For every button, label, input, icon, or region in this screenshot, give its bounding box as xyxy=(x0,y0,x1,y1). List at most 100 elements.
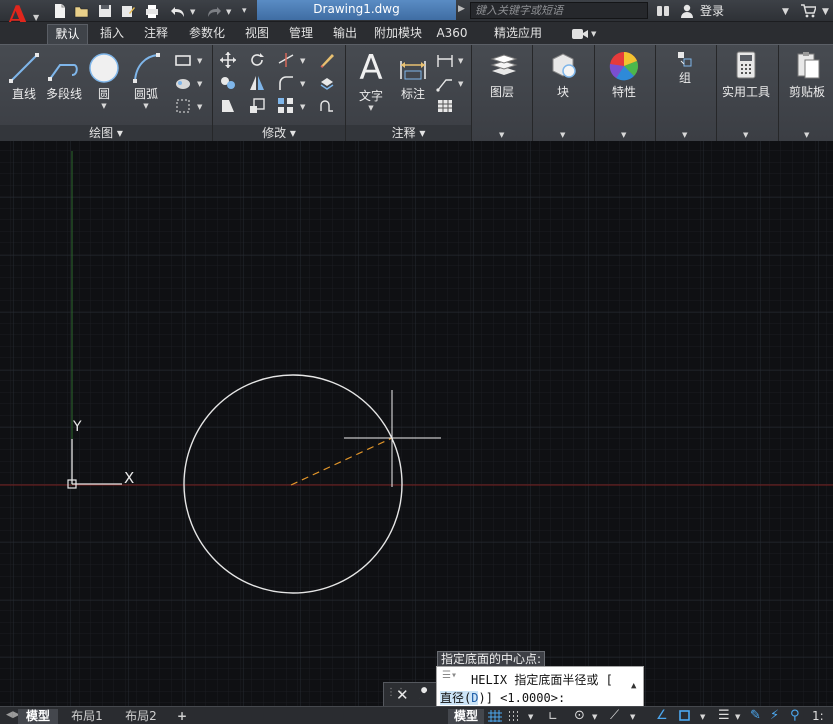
tab-featured-apps[interactable]: 精选应用 xyxy=(485,24,551,44)
hatch-dropdown-icon[interactable]: ▼ xyxy=(197,80,202,88)
command-history-icon[interactable]: ☰▾ xyxy=(442,670,457,681)
layers-button[interactable]: 图层 xyxy=(477,49,527,100)
stretch-icon[interactable] xyxy=(219,97,237,115)
circle-dropdown-icon[interactable]: ▼ xyxy=(86,102,122,110)
utilities-button[interactable]: 实用工具 xyxy=(719,49,773,100)
clipboard-button[interactable]: 剪贴板 xyxy=(782,49,832,100)
open-folder-icon[interactable] xyxy=(74,3,90,19)
clipboard-dropdown-icon[interactable]: ▼ xyxy=(804,131,809,139)
redo-icon[interactable] xyxy=(206,3,222,19)
undo-dropdown-icon[interactable]: ▼ xyxy=(190,8,195,16)
linear-dim-icon[interactable] xyxy=(436,51,454,69)
boundary-dropdown-icon[interactable]: ▼ xyxy=(197,103,202,111)
command-prompt[interactable]: ☰▾ HELIX 指定底面半径或 [ ▲ 直径(D)] <1.0000>: xyxy=(436,666,644,708)
line-button[interactable]: 直线 xyxy=(6,51,42,102)
properties-button[interactable]: 特性 xyxy=(599,49,649,100)
rectangle-dropdown-icon[interactable]: ▼ xyxy=(197,57,202,65)
user-icon[interactable] xyxy=(679,3,695,19)
tab-output[interactable]: 输出 xyxy=(325,24,365,44)
snap-dropdown-icon[interactable]: ▼ xyxy=(528,713,533,721)
table-icon[interactable] xyxy=(436,97,454,115)
text-dropdown-icon[interactable]: ▼ xyxy=(352,104,390,112)
rotate-icon[interactable] xyxy=(248,51,266,69)
close-icon[interactable]: ✕ xyxy=(396,686,409,704)
group-dropdown-icon[interactable]: ▼ xyxy=(682,131,687,139)
copy-icon[interactable] xyxy=(219,74,237,92)
login-button[interactable]: 登录 xyxy=(700,2,724,19)
tab-addins[interactable]: 附加模块 xyxy=(369,24,427,44)
search-input[interactable]: 键入关键字或短语 xyxy=(470,2,648,19)
annotation-scale-icon[interactable]: ⚲ xyxy=(790,708,800,723)
object-snap-icon[interactable] xyxy=(678,709,692,724)
polar-icon[interactable]: ⊙ xyxy=(574,708,585,723)
leader-icon[interactable] xyxy=(436,74,454,92)
utilities-dropdown-icon[interactable]: ▼ xyxy=(743,131,748,139)
fillet-dropdown-icon[interactable]: ▼ xyxy=(300,80,305,88)
lineweight-icon[interactable]: ☰ xyxy=(718,708,730,723)
trim-icon[interactable] xyxy=(277,51,295,69)
explode-icon[interactable] xyxy=(318,74,336,92)
array-dropdown-icon[interactable]: ▼ xyxy=(300,103,305,111)
linear-dim-dropdown-icon[interactable]: ▼ xyxy=(458,57,463,65)
snap-toggle-icon[interactable] xyxy=(508,710,522,724)
arc-dropdown-icon[interactable]: ▼ xyxy=(126,102,166,110)
drawing-canvas[interactable]: Y X xyxy=(0,141,833,706)
binoculars-icon[interactable] xyxy=(655,3,671,19)
auto-scale-icon[interactable]: ⚡ xyxy=(770,708,779,723)
save-icon[interactable] xyxy=(97,3,113,19)
tab-layout1[interactable]: 布局1 xyxy=(64,709,110,724)
cart-icon[interactable] xyxy=(800,3,818,19)
isodraft-dropdown-icon[interactable]: ▼ xyxy=(630,713,635,721)
tab-home[interactable]: 默认 xyxy=(47,24,88,44)
redo-dropdown-icon[interactable]: ▼ xyxy=(226,8,231,16)
annotation-panel-title[interactable]: 注释 ▾ xyxy=(346,125,471,142)
grid-toggle-icon[interactable] xyxy=(488,710,502,724)
dimension-button[interactable]: 标注 xyxy=(394,51,432,102)
array-icon[interactable] xyxy=(277,97,295,115)
video-icon[interactable] xyxy=(572,24,588,44)
object-snap-tracking-icon[interactable]: ∠ xyxy=(656,708,668,723)
leader-dropdown-icon[interactable]: ▼ xyxy=(458,80,463,88)
scale-icon[interactable] xyxy=(248,97,266,115)
annotation-scale-value[interactable]: 1: xyxy=(812,709,824,723)
hatch-icon[interactable] xyxy=(174,74,192,92)
trim-dropdown-icon[interactable]: ▼ xyxy=(300,57,305,65)
polyline-button[interactable]: 多段线 xyxy=(44,51,84,102)
block-dropdown-icon[interactable]: ▼ xyxy=(560,131,565,139)
cart-dropdown-icon[interactable]: ▼ xyxy=(822,7,829,17)
ortho-icon[interactable]: ∟ xyxy=(548,709,558,723)
fillet-icon[interactable] xyxy=(277,74,295,92)
tabs-dropdown-icon[interactable]: ▼ xyxy=(591,30,596,38)
rectangle-icon[interactable] xyxy=(174,51,192,69)
diameter-option-prefix[interactable]: 直径( xyxy=(440,691,472,705)
modify-panel-title[interactable]: 修改 ▾ xyxy=(213,125,345,142)
group-button[interactable]: 组 xyxy=(661,49,709,86)
mirror-icon[interactable] xyxy=(248,74,266,92)
new-file-icon[interactable] xyxy=(52,3,68,19)
move-icon[interactable] xyxy=(219,51,237,69)
erase-icon[interactable] xyxy=(318,51,336,69)
text-button[interactable]: A 文字 ▼ xyxy=(352,49,390,112)
offset-icon[interactable] xyxy=(318,97,336,115)
command-expand-icon[interactable]: ▲ xyxy=(631,681,636,691)
boundary-icon[interactable] xyxy=(174,97,192,115)
tab-annotate[interactable]: 注释 xyxy=(136,24,176,44)
chevron-right-icon[interactable]: ▶ xyxy=(458,4,465,14)
circle-button[interactable]: 圆 ▼ xyxy=(86,51,122,110)
wrench-icon[interactable] xyxy=(416,686,432,705)
add-layout-button[interactable]: + xyxy=(172,709,192,724)
layers-dropdown-icon[interactable]: ▼ xyxy=(499,131,504,139)
plot-print-icon[interactable] xyxy=(144,3,160,19)
tab-manage[interactable]: 管理 xyxy=(281,24,321,44)
annotation-visibility-icon[interactable]: ✎ xyxy=(750,708,761,723)
tab-view[interactable]: 视图 xyxy=(237,24,277,44)
draw-panel-title[interactable]: 绘图 ▾ xyxy=(0,125,212,142)
tab-parametric[interactable]: 参数化 xyxy=(180,24,234,44)
polar-dropdown-icon[interactable]: ▼ xyxy=(592,713,597,721)
isodraft-icon[interactable]: ⟋ xyxy=(610,708,619,723)
tab-layout2[interactable]: 布局2 xyxy=(118,709,164,724)
lineweight-dropdown-icon[interactable]: ▼ xyxy=(735,713,740,721)
properties-dropdown-icon[interactable]: ▼ xyxy=(621,131,626,139)
undo-icon[interactable] xyxy=(170,3,186,19)
model-space-button[interactable]: 模型 xyxy=(448,709,484,724)
